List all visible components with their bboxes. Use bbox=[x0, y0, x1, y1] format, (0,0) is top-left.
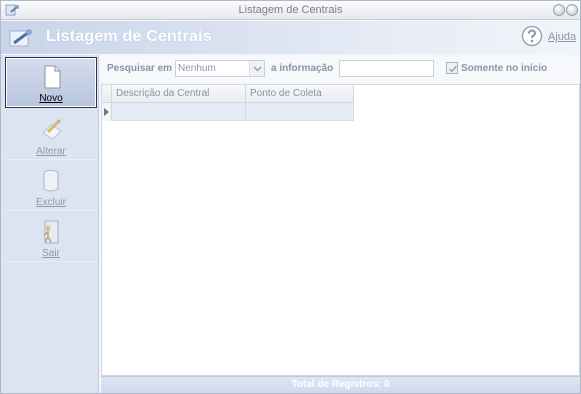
close-button[interactable] bbox=[566, 4, 578, 16]
window-title: Listagem de Centrais bbox=[238, 4, 343, 16]
new-button[interactable]: Novo bbox=[5, 57, 97, 108]
delete-label: Excluir bbox=[35, 197, 66, 208]
grid-header: Descrição da Central Ponto de Coleta bbox=[102, 85, 354, 103]
edit-label: Alterar bbox=[36, 146, 66, 157]
edit-button[interactable]: Alterar bbox=[5, 111, 97, 160]
chevron-down-icon[interactable] bbox=[249, 61, 264, 76]
sidebar-toolbar: Novo Alterar Excluir Sair bbox=[1, 55, 99, 393]
starts-with-label: Somente no início bbox=[461, 63, 548, 74]
main-window: Listagem de Centrais Listagem de Centrai… bbox=[0, 0, 581, 394]
minimize-button[interactable] bbox=[553, 4, 565, 16]
trash-icon bbox=[43, 170, 59, 192]
column-header-description[interactable]: Descrição da Central bbox=[112, 85, 246, 103]
edit-icon bbox=[42, 118, 62, 140]
help-icon[interactable] bbox=[521, 25, 543, 47]
help-link[interactable]: Ajuda bbox=[548, 31, 576, 43]
list-icon bbox=[9, 29, 32, 47]
exit-button[interactable]: Sair bbox=[5, 213, 97, 262]
title-bar: Listagem de Centrais bbox=[1, 1, 580, 20]
data-grid[interactable]: Descrição da Central Ponto de Coleta bbox=[101, 84, 580, 376]
exit-door-icon bbox=[43, 220, 59, 244]
delete-button[interactable]: Excluir bbox=[5, 162, 97, 211]
cell-description[interactable] bbox=[112, 103, 246, 121]
table-row[interactable] bbox=[102, 103, 354, 121]
search-field-value: Nenhum bbox=[178, 63, 216, 74]
info-label: a informação bbox=[271, 63, 334, 74]
search-bar: Pesquisar em Nenhum a informação Somente… bbox=[101, 56, 580, 82]
search-field-select[interactable]: Nenhum bbox=[175, 60, 265, 77]
total-records: Total de Registros: 0 bbox=[291, 379, 390, 390]
status-footer: Total de Registros: 0 bbox=[101, 376, 580, 393]
column-header-collection-point[interactable]: Ponto de Coleta bbox=[246, 85, 354, 103]
cell-collection-point[interactable] bbox=[246, 103, 354, 121]
new-label: Novo bbox=[39, 93, 63, 104]
page-title: Listagem de Centrais bbox=[46, 28, 212, 45]
exit-label: Sair bbox=[42, 248, 60, 259]
new-document-icon bbox=[44, 65, 61, 89]
row-pointer-icon bbox=[102, 103, 112, 121]
header-indicator bbox=[102, 85, 112, 103]
page-header: Listagem de Centrais Ajuda bbox=[1, 21, 580, 54]
search-in-label: Pesquisar em bbox=[107, 63, 173, 74]
starts-with-checkbox[interactable] bbox=[446, 62, 458, 74]
search-input[interactable] bbox=[339, 60, 434, 77]
